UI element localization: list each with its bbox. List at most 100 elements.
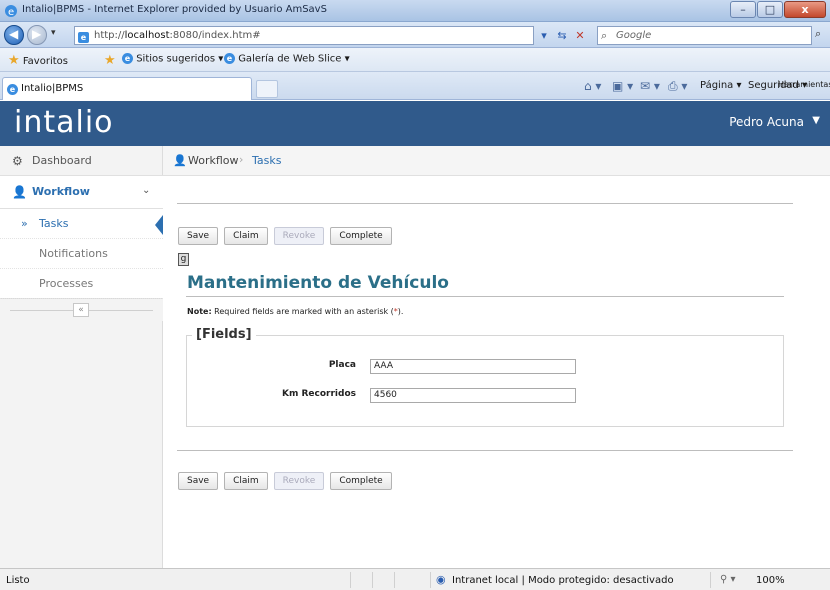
sidebar-item-workflow[interactable]: 👤 Workflow ⌄: [0, 176, 163, 209]
required-fields-note: Note: Required fields are marked with an…: [187, 307, 404, 316]
user-icon: 👤: [173, 154, 187, 167]
search-icon[interactable]: ⌕: [815, 27, 821, 41]
form-title: Mantenimiento de Vehículo: [187, 273, 449, 293]
search-box[interactable]: ⌕ Google: [597, 26, 812, 45]
fields-legend: [Fields]: [192, 327, 256, 342]
save-button[interactable]: Save: [178, 227, 219, 245]
globe-icon: ◉: [436, 573, 446, 586]
collapse-sidebar-button[interactable]: «: [73, 303, 89, 317]
user-icon: 👤: [12, 185, 27, 199]
sidebar-item-tasks[interactable]: » Tasks: [0, 209, 163, 239]
save-button[interactable]: Save: [178, 472, 219, 490]
placa-input[interactable]: AAA: [370, 359, 576, 374]
new-tab-button[interactable]: [256, 80, 278, 98]
ie-page-icon: e: [224, 53, 235, 64]
divider: [177, 450, 793, 451]
favorites-bar: ★ Favoritos ★ e Sitios sugeridos ▾ e Gal…: [0, 48, 830, 72]
revoke-button[interactable]: Revoke: [273, 472, 325, 490]
form-icon: g: [178, 253, 189, 266]
km-recorridos-input[interactable]: 4560: [370, 388, 576, 403]
add-favorite-icon[interactable]: ★: [104, 53, 116, 68]
active-pointer-icon: [155, 215, 163, 235]
svg-text:e: e: [8, 7, 14, 18]
km-recorridos-label: Km Recorridos: [282, 389, 356, 399]
minimize-button[interactable]: –: [730, 1, 756, 18]
status-text: Listo: [6, 575, 30, 586]
sidebar-item-label: Processes: [39, 277, 94, 290]
close-button[interactable]: x: [784, 1, 826, 18]
chevron-down-icon: ⌄: [142, 185, 151, 196]
feeds-icon[interactable]: ▣ ▾: [612, 79, 633, 93]
web-slice-gallery-link[interactable]: e Galería de Web Slice ▾: [224, 53, 350, 65]
suggested-sites-link[interactable]: e Sitios sugeridos ▾: [122, 53, 223, 65]
caret-down-icon[interactable]: ▼: [812, 115, 820, 126]
back-arrow-icon: ◀: [9, 27, 19, 41]
sidebar-item-dashboard[interactable]: ⚙ Dashboard: [0, 146, 163, 176]
star-icon: ★: [8, 53, 20, 68]
tab-intalio[interactable]: e Intalio|BPMS: [2, 77, 252, 100]
search-placeholder: Google: [616, 30, 652, 41]
status-divider: [394, 572, 395, 588]
forward-button[interactable]: ▶: [27, 25, 47, 45]
claim-button[interactable]: Claim: [224, 227, 268, 245]
sidebar-item-label: Tasks: [39, 217, 69, 230]
status-divider: [372, 572, 373, 588]
intalio-logo[interactable]: intalio: [14, 105, 114, 140]
breadcrumb: 👤 Workflow › Tasks: [163, 146, 830, 176]
sidebar-item-processes[interactable]: Processes: [0, 269, 163, 299]
tab-bar: e Intalio|BPMS ⌂ ▾ ▣ ▾ ✉ ▾ ⎙ ▾ Página ▾ …: [0, 72, 830, 100]
history-dropdown-icon[interactable]: ▾: [51, 28, 56, 38]
security-zone[interactable]: Intranet local | Modo protegido: desacti…: [452, 575, 674, 586]
status-divider: [350, 572, 351, 588]
search-engine-icon: ⌕: [601, 29, 608, 42]
status-bar: Listo ◉ Intranet local | Modo protegido:…: [0, 568, 830, 590]
maximize-button[interactable]: □: [757, 1, 783, 18]
address-dropdown-icon[interactable]: ▾: [536, 26, 552, 45]
stop-icon[interactable]: ✕: [572, 26, 588, 45]
top-toolbar: Save Claim Revoke Complete: [178, 227, 392, 247]
back-button[interactable]: ◀: [4, 25, 24, 45]
zoom-icon[interactable]: ⚲ ▾: [720, 574, 736, 585]
workflow-submenu: » Tasks Notifications Processes: [0, 209, 163, 299]
revoke-button[interactable]: Revoke: [273, 227, 325, 245]
tools-menu[interactable]: Herramientas ▾: [778, 80, 830, 89]
page-icon: e: [78, 30, 90, 43]
claim-button[interactable]: Claim: [224, 472, 268, 490]
window-titlebar: e Intalio|BPMS - Internet Explorer provi…: [0, 0, 830, 22]
app-header: intalio Pedro Acuna ▼: [0, 101, 830, 146]
breadcrumb-workflow[interactable]: Workflow: [188, 154, 239, 167]
home-icon[interactable]: ⌂ ▾: [584, 79, 601, 93]
placa-label: Placa: [328, 360, 356, 370]
print-icon[interactable]: ⎙ ▾: [668, 79, 687, 94]
fields-section: [186, 335, 784, 427]
tab-label: Intalio|BPMS: [21, 83, 84, 94]
address-url[interactable]: http://localhost:8080/index.htm#: [94, 30, 261, 41]
sidebar-item-label: Dashboard: [32, 154, 92, 167]
window-title: Intalio|BPMS - Internet Explorer provide…: [22, 4, 327, 15]
forward-arrow-icon: ▶: [32, 27, 42, 41]
divider: [177, 203, 793, 204]
sidebar-item-label: Notifications: [39, 247, 108, 260]
divider: [186, 296, 784, 297]
ie-logo-icon: e: [5, 5, 17, 18]
refresh-icon[interactable]: ⇆: [554, 26, 570, 45]
status-divider: [710, 572, 711, 588]
complete-button[interactable]: Complete: [330, 472, 392, 490]
complete-button[interactable]: Complete: [330, 227, 392, 245]
page-menu[interactable]: Página ▾: [700, 80, 742, 91]
ie-page-icon: e: [122, 53, 133, 64]
mail-icon[interactable]: ✉ ▾: [640, 79, 660, 93]
breadcrumb-separator: ›: [239, 153, 244, 166]
breadcrumb-tasks[interactable]: Tasks: [252, 154, 281, 167]
navigation-bar: ◀ ▶ ▾ e http://localhost:8080/index.htm#…: [0, 22, 830, 48]
dashboard-icon: ⚙: [12, 154, 23, 168]
sidebar-item-label: Workflow: [32, 185, 90, 198]
ie-tab-icon: e: [7, 84, 18, 95]
sidebar: ⚙ Dashboard 👤 Workflow ⌄ » Tasks Notific…: [0, 146, 163, 568]
address-bar[interactable]: e http://localhost:8080/index.htm#: [74, 26, 534, 45]
favorites-button[interactable]: ★ Favoritos: [8, 53, 68, 68]
sidebar-item-notifications[interactable]: Notifications: [0, 239, 163, 269]
bottom-toolbar: Save Claim Revoke Complete: [178, 472, 392, 492]
zoom-level[interactable]: 100%: [756, 575, 785, 586]
user-menu[interactable]: Pedro Acuna: [729, 115, 804, 129]
